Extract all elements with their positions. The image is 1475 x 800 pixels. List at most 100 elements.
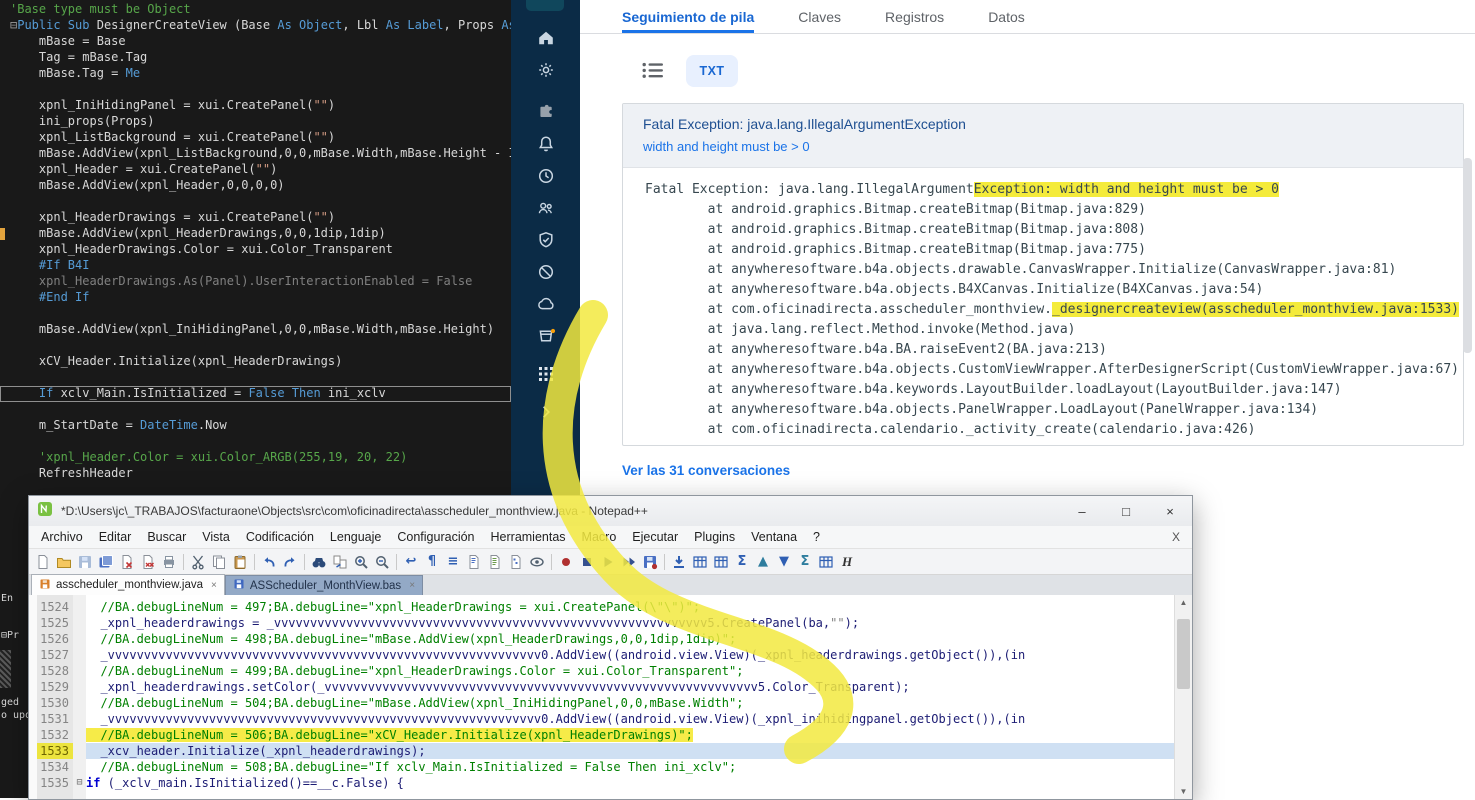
b4a-code-line: RefreshHeader xyxy=(10,466,133,480)
close-all-icon[interactable] xyxy=(138,552,158,572)
scroll-down-arrow[interactable]: ▼ xyxy=(1175,784,1192,799)
menu-archivo[interactable]: Archivo xyxy=(33,530,91,544)
toolbar-separator xyxy=(396,553,397,570)
b4a-code-line xyxy=(0,194,511,210)
page-scrollbar[interactable] xyxy=(1463,158,1472,353)
menu-macro[interactable]: Macro xyxy=(574,530,625,544)
word-wrap-icon[interactable]: ↩ xyxy=(401,552,421,572)
save-all-icon[interactable] xyxy=(96,552,116,572)
sum-icon[interactable]: Σ xyxy=(732,552,752,572)
sidebar-active-item-partial[interactable] xyxy=(526,0,564,11)
save-icon[interactable] xyxy=(75,552,95,572)
grid2-icon[interactable] xyxy=(816,552,836,572)
paste-icon[interactable] xyxy=(230,552,250,572)
editor-vertical-scrollbar[interactable]: ▲ ▼ xyxy=(1174,595,1192,799)
maximize-button[interactable]: □ xyxy=(1104,496,1148,526)
undo-icon[interactable] xyxy=(259,552,279,572)
block-icon[interactable] xyxy=(511,256,580,288)
menu-ventana[interactable]: Ventana xyxy=(743,530,805,544)
sort-asc-icon[interactable]: ▲ xyxy=(753,552,773,572)
menu-plugins[interactable]: Plugins xyxy=(686,530,743,544)
show-symbols-icon[interactable]: ¶ xyxy=(422,552,442,572)
zoom-in-icon[interactable] xyxy=(351,552,371,572)
function-list-icon[interactable] xyxy=(485,552,505,572)
formatted-view-icon[interactable] xyxy=(642,62,664,84)
cloud-icon[interactable] xyxy=(511,288,580,320)
indent-guide-icon[interactable]: ≡ xyxy=(443,552,463,572)
code-editor[interactable]: //BA.debugLineNum = 497;BA.debugLine="xp… xyxy=(86,595,1174,799)
menu-herramientas[interactable]: Herramientas xyxy=(483,530,574,544)
copy-icon[interactable] xyxy=(209,552,229,572)
b4a-code-area[interactable]: 'Base type must be Object ⊟Public Sub Des… xyxy=(0,0,530,482)
replace-icon[interactable] xyxy=(330,552,350,572)
redo-icon[interactable] xyxy=(280,552,300,572)
html-preview-icon[interactable]: H xyxy=(837,552,857,572)
menu-vista[interactable]: Vista xyxy=(194,530,238,544)
menu-lenguaje[interactable]: Lenguaje xyxy=(322,530,389,544)
menu-ejecutar[interactable]: Ejecutar xyxy=(624,530,686,544)
crash-tab-claves[interactable]: Claves xyxy=(798,0,841,33)
sum2-icon[interactable]: Σ xyxy=(795,552,815,572)
line-number: 1524 xyxy=(40,600,69,614)
home-icon[interactable] xyxy=(511,22,580,54)
update-download-icon[interactable] xyxy=(669,552,689,572)
notepadpp-titlebar[interactable]: *D:\Users\jc\_TRABAJOS\facturaone\Object… xyxy=(29,496,1192,526)
menu-codificación[interactable]: Codificación xyxy=(238,530,322,544)
open-folder-icon[interactable] xyxy=(54,552,74,572)
tab-close-icon[interactable]: × xyxy=(211,580,217,591)
menu-configuración[interactable]: Configuración xyxy=(389,530,482,544)
crash-tab-seguimiento-de-pila[interactable]: Seguimiento de pila xyxy=(622,0,754,33)
fold-collapse-icon[interactable]: ⊟ xyxy=(73,775,86,791)
scroll-up-arrow[interactable]: ▲ xyxy=(1175,595,1192,610)
users-icon[interactable] xyxy=(511,192,580,224)
monitor-icon[interactable] xyxy=(527,552,547,572)
menubar-close-icon[interactable]: X xyxy=(1172,530,1180,544)
tab-asscheduler-monthview-java[interactable]: asscheduler_monthview.java × xyxy=(31,574,225,595)
toolbar-separator xyxy=(664,553,665,570)
alerts-bell-icon[interactable] xyxy=(511,128,580,160)
table-icon-2[interactable] xyxy=(711,552,731,572)
editor-body: 1524 1525 1526 1527 1528 1529 1530 1531 1532 1533… xyxy=(29,595,1192,799)
doc-map-icon[interactable] xyxy=(464,552,484,572)
sort-desc-icon[interactable]: ▼ xyxy=(774,552,794,572)
line-number: 1527 xyxy=(40,648,69,662)
extensions-puzzle-icon[interactable] xyxy=(511,96,580,128)
close-file-icon[interactable] xyxy=(117,552,137,572)
products-grid-icon[interactable] xyxy=(511,358,580,390)
toolbar-separator xyxy=(183,553,184,570)
table-icon-1[interactable] xyxy=(690,552,710,572)
record-macro-icon[interactable] xyxy=(556,552,576,572)
stack-trace[interactable]: Fatal Exception: java.lang.IllegalArgume… xyxy=(623,182,1463,442)
app-check-shield-icon[interactable] xyxy=(511,224,580,256)
menu-editar[interactable]: Editar xyxy=(91,530,140,544)
find-icon[interactable] xyxy=(309,552,329,572)
fold-margin[interactable]: ⊟ xyxy=(73,595,86,799)
tab-close-icon[interactable]: × xyxy=(409,580,415,591)
tab-asscheduler-monthview-bas[interactable]: ASScheduler_MonthView.bas × xyxy=(224,575,424,595)
clock-icon[interactable] xyxy=(511,160,580,192)
menu-?[interactable]: ? xyxy=(805,530,828,544)
zoom-out-icon[interactable] xyxy=(372,552,392,572)
line-number: 1526 xyxy=(40,632,69,646)
play-macro-icon[interactable] xyxy=(598,552,618,572)
stop-macro-icon[interactable] xyxy=(577,552,597,572)
expand-chevron-icon[interactable] xyxy=(511,396,580,428)
minimize-button[interactable]: – xyxy=(1060,496,1104,526)
run-macro-multi-icon[interactable] xyxy=(619,552,639,572)
folder-workspace-icon[interactable] xyxy=(506,552,526,572)
raw-text-toggle-button[interactable]: TXT xyxy=(686,55,738,87)
bookmark-margin[interactable] xyxy=(29,595,37,799)
menu-buscar[interactable]: Buscar xyxy=(139,530,194,544)
stack-line: Fatal Exception: java.lang.IllegalArgume… xyxy=(645,182,1279,197)
save-macro-icon[interactable] xyxy=(640,552,660,572)
scrollbar-thumb[interactable] xyxy=(1177,619,1190,689)
settings-gear-icon[interactable] xyxy=(511,54,580,86)
print-icon[interactable] xyxy=(159,552,179,572)
new-file-icon[interactable] xyxy=(33,552,53,572)
crash-tab-datos[interactable]: Datos xyxy=(988,0,1025,33)
conversations-link[interactable]: Ver las 31 conversaciones xyxy=(622,463,790,478)
close-button[interactable]: × xyxy=(1148,496,1192,526)
cut-icon[interactable] xyxy=(188,552,208,572)
crash-tab-registros[interactable]: Registros xyxy=(885,0,944,33)
storage-bucket-icon[interactable] xyxy=(511,320,580,352)
